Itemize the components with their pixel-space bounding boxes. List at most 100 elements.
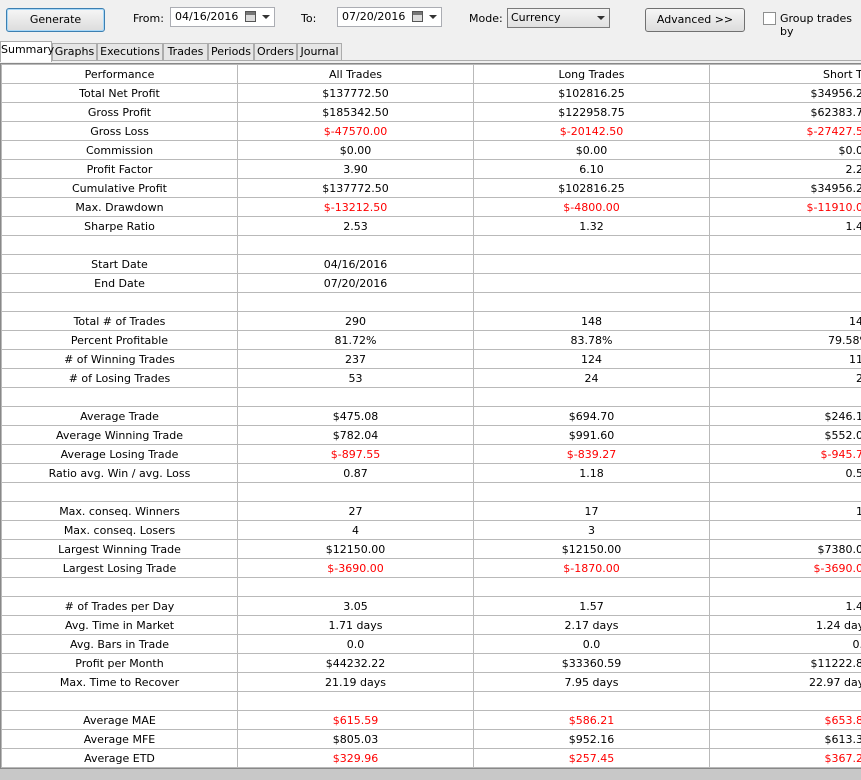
from-date-picker[interactable]: 04/16/2016 bbox=[170, 7, 275, 27]
metric-label-cell: Gross Profit bbox=[2, 103, 238, 122]
table-row[interactable]: Sharpe Ratio2.531.321.42 bbox=[2, 217, 861, 236]
metric-label-cell: Average Trade bbox=[2, 407, 238, 426]
metric-label-cell: Percent Profitable bbox=[2, 331, 238, 350]
table-row[interactable]: Average Winning Trade$782.04$991.60$552.… bbox=[2, 426, 861, 445]
all-trades-cell: $-897.55 bbox=[238, 445, 474, 464]
table-row[interactable]: Ratio avg. Win / avg. Loss0.871.180.58 bbox=[2, 464, 861, 483]
short-trades-cell: 0.58 bbox=[710, 464, 861, 483]
long-trades-cell: $257.45 bbox=[474, 749, 710, 768]
generate-button[interactable]: Generate bbox=[6, 8, 105, 32]
table-row[interactable]: Max. conseq. Winners271714 bbox=[2, 502, 861, 521]
metric-label-cell: Average MFE bbox=[2, 730, 238, 749]
table-row[interactable] bbox=[2, 483, 861, 502]
all-trades-cell bbox=[238, 692, 474, 711]
short-trades-cell: 22.97 days bbox=[710, 673, 861, 692]
table-row[interactable]: # of Winning Trades237124113 bbox=[2, 350, 861, 369]
column-header-all-trades[interactable]: All Trades bbox=[238, 65, 474, 84]
table-row[interactable]: Average Losing Trade$-897.55$-839.27$-94… bbox=[2, 445, 861, 464]
table-row[interactable]: Avg. Bars in Trade0.00.00.0 bbox=[2, 635, 861, 654]
all-trades-cell: 04/16/2016 bbox=[238, 255, 474, 274]
table-row[interactable]: Max. conseq. Losers434 bbox=[2, 521, 861, 540]
summary-grid[interactable]: Performance All Trades Long Trades Short… bbox=[0, 63, 861, 769]
table-body: Performance All Trades Long Trades Short… bbox=[2, 65, 861, 768]
tab-journal[interactable]: Journal bbox=[297, 43, 342, 61]
long-trades-cell: 1.18 bbox=[474, 464, 710, 483]
table-row[interactable]: Commission$0.00$0.00$0.00 bbox=[2, 141, 861, 160]
table-row[interactable]: Avg. Time in Market1.71 days2.17 days1.2… bbox=[2, 616, 861, 635]
short-trades-cell: $62383.75 bbox=[710, 103, 861, 122]
table-row[interactable]: Gross Loss$-47570.00$-20142.50$-27427.50 bbox=[2, 122, 861, 141]
metric-label-cell: # of Losing Trades bbox=[2, 369, 238, 388]
short-trades-cell bbox=[710, 578, 861, 597]
all-trades-cell: 07/20/2016 bbox=[238, 274, 474, 293]
group-trades-checkbox[interactable] bbox=[763, 12, 776, 25]
table-row[interactable] bbox=[2, 388, 861, 407]
table-row[interactable]: Average MFE$805.03$952.16$613.37 bbox=[2, 730, 861, 749]
tab-orders[interactable]: Orders bbox=[254, 43, 297, 61]
table-row[interactable] bbox=[2, 692, 861, 711]
table-row[interactable]: Total Net Profit$137772.50$102816.25$349… bbox=[2, 84, 861, 103]
metric-label-cell: Largest Winning Trade bbox=[2, 540, 238, 559]
to-date-value: 07/20/2016 bbox=[342, 10, 405, 23]
table-row[interactable]: Largest Losing Trade$-3690.00$-1870.00$-… bbox=[2, 559, 861, 578]
table-row[interactable]: Percent Profitable81.72%83.78%79.58% bbox=[2, 331, 861, 350]
table-row[interactable]: Average ETD$329.96$257.45$367.20 bbox=[2, 749, 861, 768]
metric-label-cell bbox=[2, 293, 238, 312]
metric-label-cell: Largest Losing Trade bbox=[2, 559, 238, 578]
long-trades-cell: $586.21 bbox=[474, 711, 710, 730]
metric-label-cell: Average ETD bbox=[2, 749, 238, 768]
metric-label-cell: # of Trades per Day bbox=[2, 597, 238, 616]
short-trades-cell: $34956.25 bbox=[710, 179, 861, 198]
all-trades-cell: 290 bbox=[238, 312, 474, 331]
table-row[interactable]: Max. Drawdown$-13212.50$-4800.00$-11910.… bbox=[2, 198, 861, 217]
performance-table: Performance All Trades Long Trades Short… bbox=[1, 64, 861, 768]
tab-periods[interactable]: Periods bbox=[208, 43, 254, 61]
mode-select[interactable]: Currency bbox=[507, 8, 610, 28]
column-header-short-trades[interactable]: Short Trades bbox=[710, 65, 861, 84]
table-row[interactable]: Max. Time to Recover21.19 days7.95 days2… bbox=[2, 673, 861, 692]
tab-summary[interactable]: Summary bbox=[0, 41, 52, 62]
table-row[interactable]: Profit Factor3.906.102.27 bbox=[2, 160, 861, 179]
all-trades-cell: 4 bbox=[238, 521, 474, 540]
table-row[interactable]: Largest Winning Trade$12150.00$12150.00$… bbox=[2, 540, 861, 559]
mode-value: Currency bbox=[511, 11, 561, 24]
calendar-icon[interactable] bbox=[245, 11, 256, 22]
long-trades-cell: $-839.27 bbox=[474, 445, 710, 464]
tab-trades[interactable]: Trades bbox=[163, 43, 208, 61]
short-trades-cell: 4 bbox=[710, 521, 861, 540]
column-header-performance[interactable]: Performance bbox=[2, 65, 238, 84]
long-trades-cell: 0.0 bbox=[474, 635, 710, 654]
chevron-down-icon[interactable] bbox=[262, 15, 270, 19]
table-row[interactable]: Average MAE$615.59$586.21$653.88 bbox=[2, 711, 861, 730]
tab-graphs[interactable]: Graphs bbox=[52, 43, 97, 61]
tab-executions[interactable]: Executions bbox=[97, 43, 163, 61]
to-date-picker[interactable]: 07/20/2016 bbox=[337, 7, 442, 27]
table-row[interactable]: Average Trade$475.08$694.70$246.17 bbox=[2, 407, 861, 426]
table-row[interactable]: # of Trades per Day3.051.571.49 bbox=[2, 597, 861, 616]
table-row[interactable]: Cumulative Profit$137772.50$102816.25$34… bbox=[2, 179, 861, 198]
table-row[interactable] bbox=[2, 293, 861, 312]
all-trades-cell bbox=[238, 483, 474, 502]
column-header-long-trades[interactable]: Long Trades bbox=[474, 65, 710, 84]
short-trades-cell: $34956.25 bbox=[710, 84, 861, 103]
table-row[interactable]: End Date07/20/2016 bbox=[2, 274, 861, 293]
all-trades-cell: 0.0 bbox=[238, 635, 474, 654]
long-trades-cell bbox=[474, 293, 710, 312]
calendar-icon[interactable] bbox=[412, 11, 423, 22]
table-row[interactable] bbox=[2, 236, 861, 255]
short-trades-cell: $552.07 bbox=[710, 426, 861, 445]
all-trades-cell: $12150.00 bbox=[238, 540, 474, 559]
table-row[interactable] bbox=[2, 578, 861, 597]
table-row[interactable]: Start Date04/16/2016 bbox=[2, 255, 861, 274]
all-trades-cell: $805.03 bbox=[238, 730, 474, 749]
chevron-down-icon[interactable] bbox=[597, 16, 605, 20]
table-row[interactable]: # of Losing Trades532429 bbox=[2, 369, 861, 388]
chevron-down-icon[interactable] bbox=[429, 15, 437, 19]
advanced-button[interactable]: Advanced >> bbox=[645, 8, 745, 32]
metric-label-cell: Avg. Bars in Trade bbox=[2, 635, 238, 654]
metric-label-cell: Average Losing Trade bbox=[2, 445, 238, 464]
table-row[interactable]: Total # of Trades290148142 bbox=[2, 312, 861, 331]
short-trades-cell: $613.37 bbox=[710, 730, 861, 749]
table-row[interactable]: Profit per Month$44232.22$33360.59$11222… bbox=[2, 654, 861, 673]
table-row[interactable]: Gross Profit$185342.50$122958.75$62383.7… bbox=[2, 103, 861, 122]
